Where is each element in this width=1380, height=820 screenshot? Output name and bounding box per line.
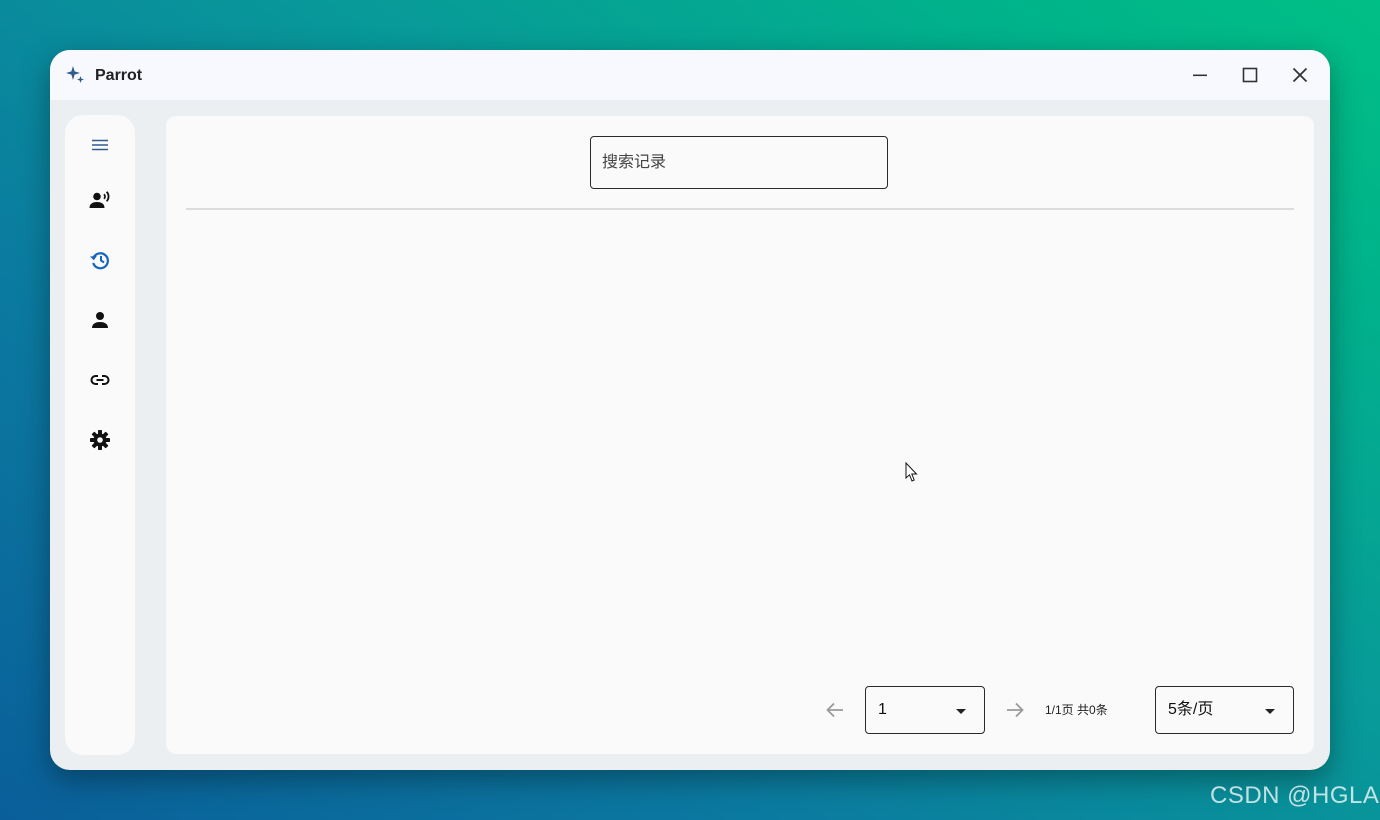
page-info: 1/1页 共0条: [1045, 703, 1108, 717]
sidebar-item-voice[interactable]: [88, 188, 112, 212]
sidebar-item-user[interactable]: [88, 308, 112, 332]
gear-icon: [90, 430, 110, 450]
page-select-value: 1: [878, 701, 887, 718]
sparkle-icon: [65, 65, 85, 85]
person-icon: [92, 312, 108, 328]
maximize-icon: [1242, 67, 1258, 83]
watermark: CSDN @HGLA: [1210, 782, 1380, 809]
minimize-button[interactable]: [1188, 63, 1212, 87]
history-icon: [90, 252, 109, 270]
page-select[interactable]: 1: [865, 686, 985, 734]
prev-page-button[interactable]: [823, 698, 847, 722]
record-voice-icon: [89, 191, 110, 208]
maximize-button[interactable]: [1238, 63, 1262, 87]
search-input[interactable]: [602, 137, 872, 188]
sidebar-item-history[interactable]: [88, 248, 112, 272]
title-bar[interactable]: Parrot: [50, 50, 1330, 100]
mouse-cursor-icon: [905, 462, 918, 482]
arrow-left-icon: [826, 702, 843, 718]
history-panel: 1 1/1页 共0条 5条/页: [166, 116, 1314, 754]
link-icon: [90, 375, 110, 385]
minimize-icon: [1193, 74, 1207, 77]
page-size-select[interactable]: 5条/页: [1155, 686, 1294, 734]
caret-down-icon: [1258, 699, 1282, 723]
caret-down-icon: [949, 699, 973, 723]
app-window: Parrot 搜索记录 1 1/1页 共0条 5条/页: [50, 50, 1330, 770]
sidebar: [65, 115, 135, 755]
close-icon: [1292, 67, 1308, 83]
divider: [186, 208, 1294, 210]
next-page-button[interactable]: [1003, 698, 1027, 722]
search-field[interactable]: [590, 136, 888, 189]
sidebar-item-link[interactable]: [88, 368, 112, 392]
menu-icon: [92, 139, 108, 151]
page-size-value: 5条/页: [1168, 701, 1214, 718]
menu-button[interactable]: [88, 133, 112, 157]
close-button[interactable]: [1288, 63, 1312, 87]
arrow-right-icon: [1007, 702, 1024, 718]
app-title: Parrot: [95, 67, 143, 84]
sidebar-item-settings[interactable]: [88, 428, 112, 452]
